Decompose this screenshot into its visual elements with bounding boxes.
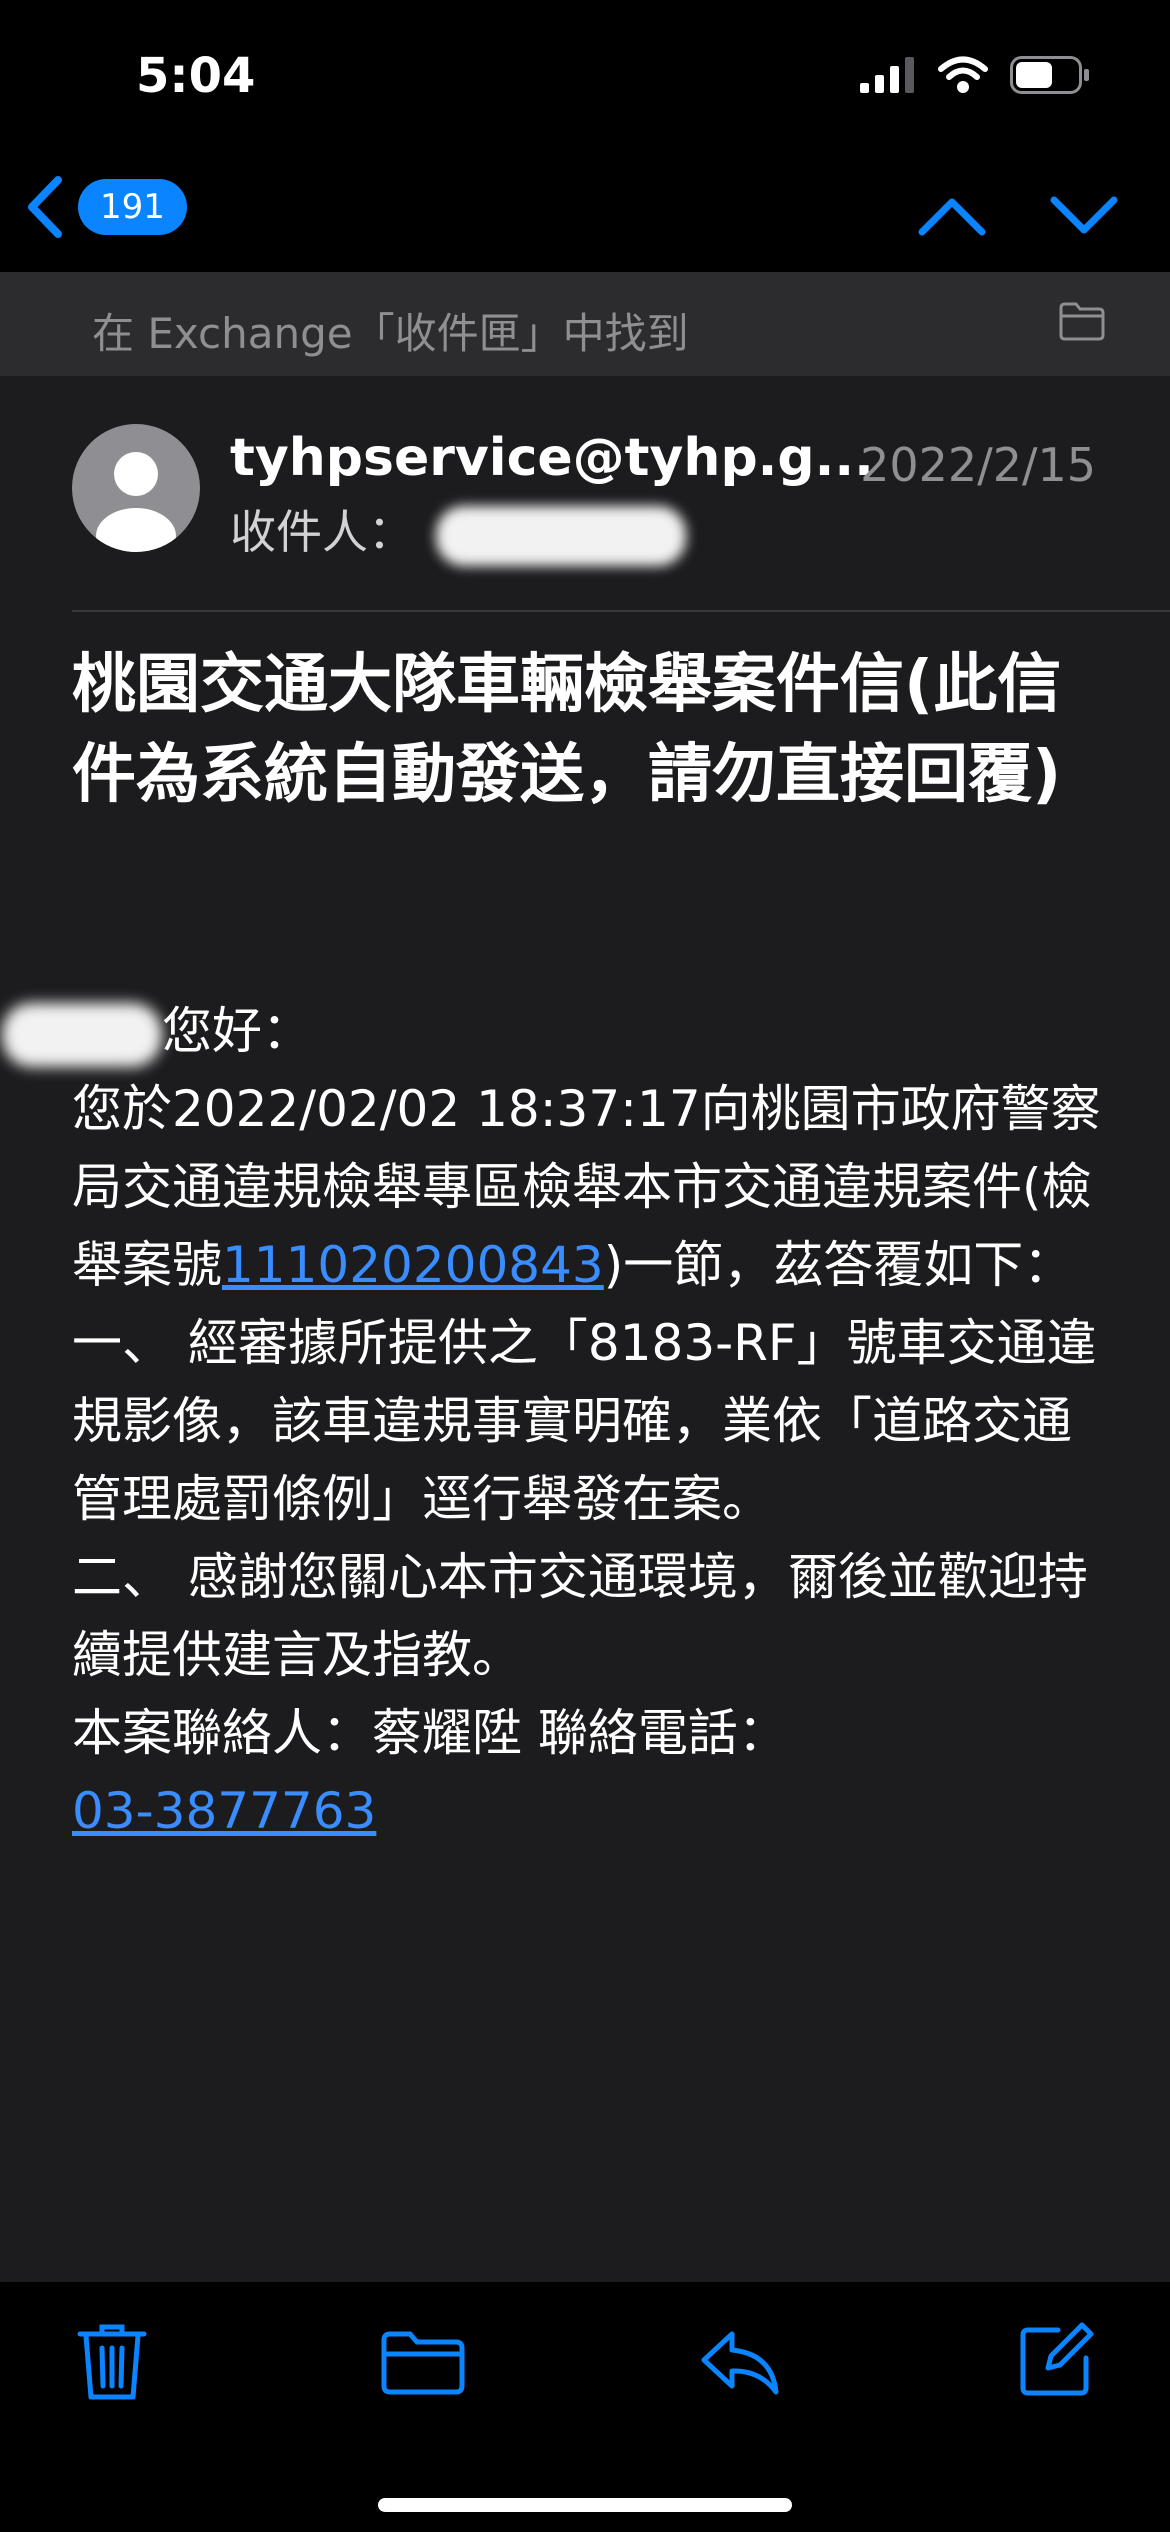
contact-line: 本案聯絡人：蔡耀陞 聯絡電話： — [72, 1704, 788, 1762]
recipient-label: 收件人： — [230, 505, 414, 559]
redacted-recipient — [436, 505, 686, 566]
reply-icon[interactable] — [698, 2326, 782, 2398]
sender-address[interactable]: tyhpservice@tyhp.g... — [230, 428, 874, 488]
trash-icon[interactable] — [76, 2322, 148, 2402]
body-text-1b: )一節，茲答覆如下： — [603, 1236, 1074, 1294]
status-time: 5:04 — [136, 48, 256, 104]
header-divider — [72, 610, 1170, 612]
body-item-1: 一、 經審據所提供之「8183-RF」號車交通違規影像，該車違規事實明確，業依「… — [72, 1314, 1097, 1528]
greeting-line: 您好： — [2, 992, 1112, 1070]
down-chevron-icon[interactable] — [1048, 180, 1120, 252]
message-navigation — [916, 180, 1120, 252]
email-subject: 桃園交通大隊車輛檢舉案件信(此信件為系統自動發送，請勿直接回覆) — [72, 648, 1062, 812]
battery-icon — [1010, 56, 1089, 94]
recipient-line[interactable]: 收件人： — [230, 496, 686, 566]
nav-bar: 191 — [0, 160, 1170, 272]
status-icons — [860, 56, 1090, 94]
email-body: 您好： 您於2022/02/02 18:37:17向桃園市政府警察局交通違規檢舉… — [2, 992, 1112, 1850]
person-icon — [96, 452, 176, 552]
sender-avatar[interactable] — [72, 424, 200, 552]
home-indicator[interactable] — [378, 2498, 792, 2512]
unread-count-badge: 191 — [78, 179, 187, 235]
back-chevron-icon — [28, 176, 62, 238]
move-folder-icon[interactable] — [380, 2330, 466, 2396]
status-bar: 5:04 — [0, 0, 1170, 160]
greeting-text: 您好： — [162, 1002, 312, 1060]
mailbox-location-text: 在 Exchange「收件匣」中找到 — [92, 309, 689, 358]
mailbox-location-bar[interactable]: 在 Exchange「收件匣」中找到 — [0, 272, 1170, 376]
case-number-link[interactable]: 111020200843 — [222, 1236, 604, 1294]
body-paragraph-1: 您於2022/02/02 18:37:17向桃園市政府警察局交通違規檢舉專區檢舉… — [72, 1070, 1112, 1304]
email-date: 2022/2/15 — [860, 438, 1096, 492]
compose-icon[interactable] — [1018, 2322, 1094, 2398]
signal-icon — [860, 57, 914, 93]
folder-icon[interactable] — [1058, 300, 1106, 342]
back-button[interactable]: 191 — [22, 174, 187, 240]
redacted-name — [2, 1002, 162, 1067]
bottom-toolbar — [0, 2282, 1170, 2532]
up-chevron-icon[interactable] — [916, 180, 988, 252]
phone-link[interactable]: 03-3877763 — [72, 1782, 376, 1840]
wifi-icon — [938, 56, 988, 93]
body-item-2: 二、 感謝您關心本市交通環境，爾後並歡迎持續提供建言及指教。 — [72, 1548, 1088, 1684]
